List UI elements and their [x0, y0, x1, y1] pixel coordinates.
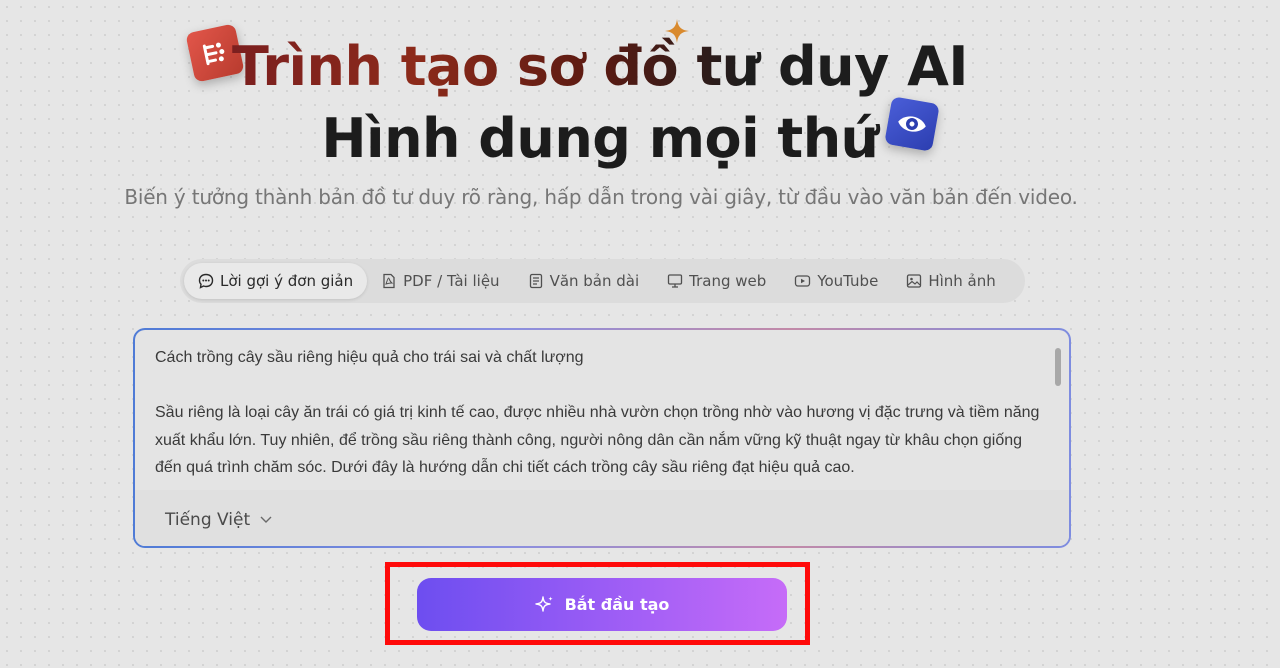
prompt-editor: Cách trồng cây sầu riêng hiệu quả cho tr…: [135, 330, 1069, 546]
tab-website[interactable]: Trang web: [653, 263, 780, 299]
page-title-line1: Trình tạo sơ đồ tư duy AI: [231, 35, 969, 98]
tab-image[interactable]: Hình ảnh: [892, 263, 1009, 299]
tab-simple-prompt[interactable]: Lời gợi ý đơn giản: [184, 263, 368, 299]
language-label: Tiếng Việt: [165, 510, 251, 530]
tab-label: Trang web: [689, 272, 767, 290]
sparkles-icon: [534, 595, 553, 612]
pdf-icon: [383, 273, 395, 289]
chat-icon: [198, 273, 214, 289]
prompt-heading: Cách trồng cây sầu riêng hiệu quả cho tr…: [155, 349, 584, 366]
document-icon: [529, 273, 542, 289]
input-source-tabs: Lời gợi ý đơn giản PDF / Tài liệu Văn bả…: [180, 259, 1025, 303]
language-select[interactable]: Tiếng Việt: [165, 510, 272, 530]
page-subtitle: Biến ý tưởng thành bản đồ tư duy rõ ràng…: [124, 185, 1078, 209]
tab-label: YouTube: [817, 272, 879, 290]
tab-youtube[interactable]: YouTube: [780, 263, 892, 299]
tab-pdf-document[interactable]: PDF / Tài liệu: [367, 263, 513, 299]
start-create-button[interactable]: Bắt đầu tạo: [417, 578, 787, 631]
prompt-editor-frame: Cách trồng cây sầu riêng hiệu quả cho tr…: [133, 328, 1071, 548]
monitor-icon: [668, 274, 683, 288]
prompt-body: Sầu riêng là loại cây ăn trái có giá trị…: [155, 404, 1040, 476]
youtube-icon: [795, 275, 811, 287]
editor-footer: Tiếng Việt: [135, 490, 1069, 546]
chevron-down-icon: [260, 516, 272, 523]
prompt-textarea[interactable]: Cách trồng cây sầu riêng hiệu quả cho tr…: [155, 344, 1045, 490]
page-title-line2: Hình dung mọi thứ: [321, 107, 879, 170]
tab-label: Văn bản dài: [549, 272, 640, 290]
editor-scrollbar[interactable]: [1055, 348, 1061, 386]
tab-long-text[interactable]: Văn bản dài: [514, 263, 654, 299]
tab-label: Hình ảnh: [928, 272, 996, 290]
tab-label: PDF / Tài liệu: [403, 272, 500, 290]
start-create-label: Bắt đầu tạo: [564, 595, 670, 614]
image-icon: [907, 274, 922, 288]
tab-label: Lời gợi ý đơn giản: [220, 272, 354, 290]
